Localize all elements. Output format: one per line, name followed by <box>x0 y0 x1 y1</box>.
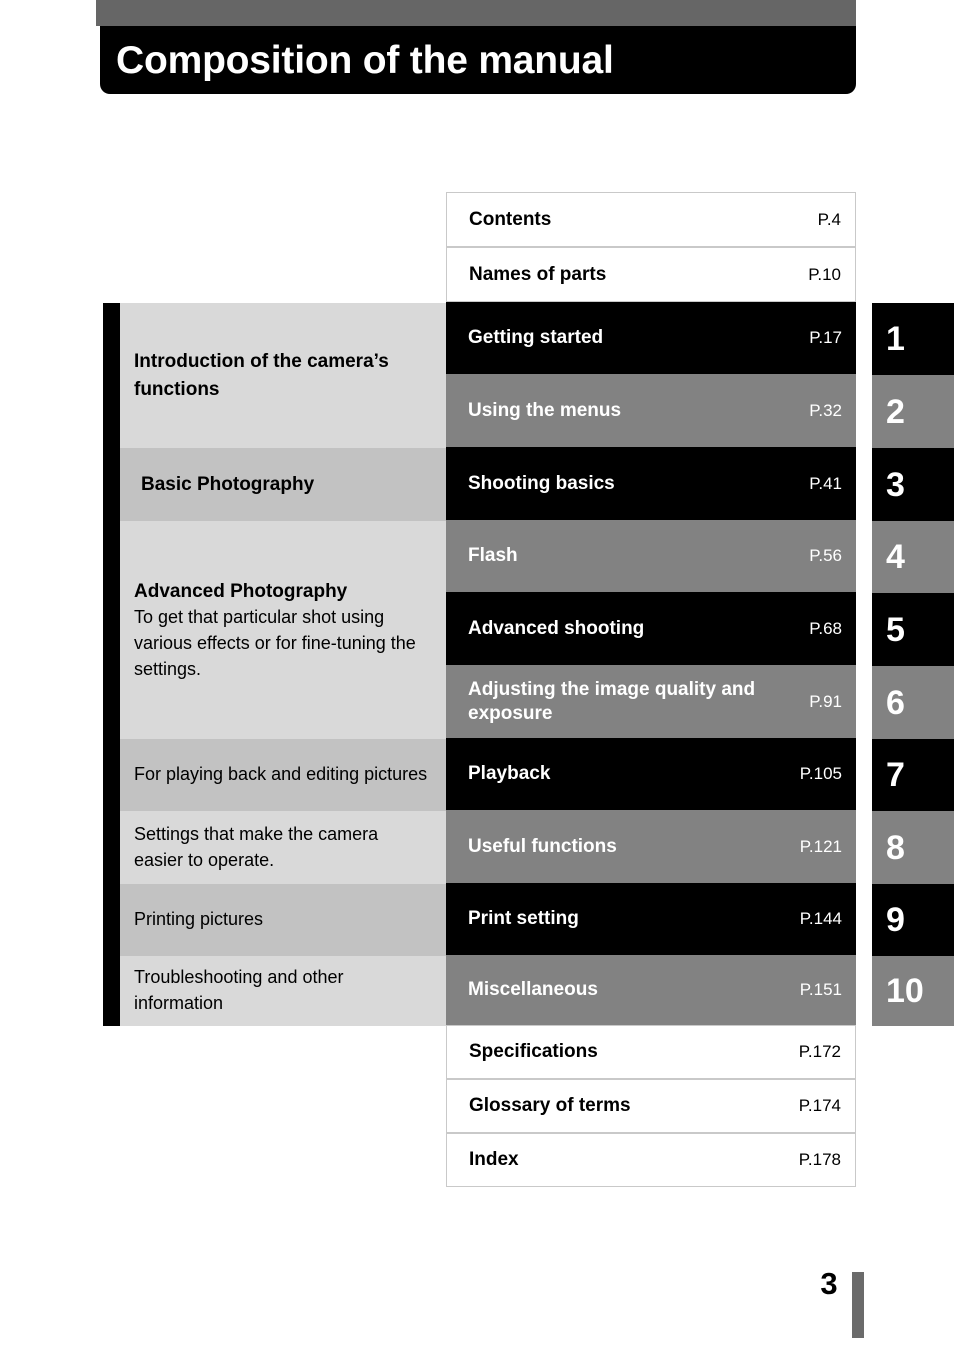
chapter-tab-number: 8 <box>886 828 905 867</box>
chapter-label: Contents <box>469 208 552 230</box>
chapter-page-reference: P.174 <box>798 1096 841 1115</box>
chapter-tab-number: 10 <box>886 972 924 1010</box>
chapter-tab[interactable]: 7 <box>872 739 954 811</box>
chapter-label: Advanced shooting <box>468 617 645 639</box>
chapter-row[interactable]: Using the menus P.32 <box>446 374 856 447</box>
chapter-tab-number: 5 <box>886 610 905 649</box>
category-row: Troubleshooting and other information <box>120 956 446 1026</box>
chapter-row[interactable]: Contents P.4 <box>446 192 856 247</box>
page-footer: 3 <box>0 1268 954 1350</box>
category-row: Settings that make the camera easier to … <box>120 811 446 884</box>
chapter-tab-number: 4 <box>886 538 905 576</box>
category-row: For playing back and editing pictures <box>120 739 446 811</box>
chapter-label: Glossary of terms <box>469 1095 631 1117</box>
chapter-page-reference: P.68 <box>809 618 842 638</box>
chapter-label: Index <box>469 1149 519 1171</box>
chapter-tab[interactable]: 2 <box>872 375 954 448</box>
category-row: Advanced Photography To get that particul… <box>120 521 446 739</box>
category-description: Settings that make the camera easier to … <box>134 823 379 870</box>
chapter-label: Adjusting the image quality and exposure <box>468 678 756 724</box>
category-row: Basic Photography <box>120 448 446 521</box>
manual-composition-diagram: Introduction of the camera’s functions Ba… <box>0 0 954 1210</box>
category-description: To get that particular shot using variou… <box>134 607 416 679</box>
category-row: Printing pictures <box>120 884 446 956</box>
chapter-row[interactable]: Advanced shooting P.68 <box>446 592 856 665</box>
chapter-row[interactable]: Playback P.105 <box>446 738 856 810</box>
chapter-row[interactable]: Adjusting the image quality and exposure… <box>446 665 856 738</box>
footer-page-number: 3 <box>820 1266 838 1301</box>
chapter-label: Shooting basics <box>468 472 615 494</box>
chapter-row[interactable]: Glossary of terms P.174 <box>446 1079 856 1133</box>
chapter-row[interactable]: Print setting P.144 <box>446 883 856 955</box>
chapter-page-reference: P.178 <box>798 1150 841 1169</box>
chapter-tab[interactable]: 3 <box>872 448 954 521</box>
chapter-row[interactable]: Useful functions P.121 <box>446 810 856 883</box>
chapter-page-reference: P.56 <box>809 546 842 565</box>
chapter-tab[interactable]: 6 <box>872 666 954 739</box>
chapter-label: Useful functions <box>468 835 617 857</box>
category-row: Introduction of the camera’s functions <box>120 303 446 448</box>
chapter-page-reference: P.151 <box>799 980 842 999</box>
chapter-tab-number: 9 <box>886 901 905 939</box>
chapter-label: Names of parts <box>469 263 607 285</box>
chapter-tab-number: 7 <box>886 756 905 794</box>
chapter-tab[interactable]: 5 <box>872 593 954 666</box>
chapter-tab-number: 1 <box>886 320 905 358</box>
category-title: Advanced Photography <box>134 580 348 602</box>
left-accent-bar <box>103 303 120 1026</box>
footer-accent-bar <box>852 1272 864 1338</box>
chapter-row[interactable]: Specifications P.172 <box>446 1025 856 1079</box>
chapter-tab[interactable]: 10 <box>872 956 954 1026</box>
category-description: Printing pictures <box>134 909 264 930</box>
chapter-tab-number: 2 <box>886 392 905 431</box>
chapter-page-reference: P.172 <box>798 1042 841 1061</box>
chapter-tab[interactable]: 4 <box>872 521 954 593</box>
chapter-tab[interactable]: 8 <box>872 811 954 884</box>
chapter-label: Getting started <box>468 327 604 349</box>
chapter-label: Print setting <box>468 908 579 930</box>
chapter-label: Miscellaneous <box>468 979 598 1001</box>
chapter-tab[interactable]: 1 <box>872 303 954 375</box>
chapter-page-reference: P.32 <box>809 400 842 420</box>
chapter-page-reference: P.4 <box>817 209 841 229</box>
chapter-row[interactable]: Flash P.56 <box>446 520 856 592</box>
chapter-page-reference: P.121 <box>799 836 842 856</box>
chapter-row[interactable]: Shooting basics P.41 <box>446 447 856 520</box>
chapter-tab-number: 3 <box>886 465 905 504</box>
chapter-page-reference: P.10 <box>808 264 841 284</box>
chapter-label: Flash <box>468 545 518 567</box>
chapter-tab[interactable]: 9 <box>872 884 954 956</box>
chapter-page-reference: P.91 <box>809 691 842 711</box>
category-column: Introduction of the camera’s functions Ba… <box>120 303 446 1026</box>
chapter-row[interactable]: Getting started P.17 <box>446 302 856 374</box>
chapter-page-reference: P.41 <box>809 473 842 493</box>
chapter-column: Contents P.4 Names of parts P.10 Getting sta… <box>446 192 856 1187</box>
chapter-row[interactable]: Miscellaneous P.151 <box>446 955 856 1025</box>
chapter-label: Playback <box>468 763 551 785</box>
category-description: Troubleshooting and other information <box>134 967 344 1013</box>
chapter-label: Specifications <box>469 1041 598 1063</box>
category-title: Introduction of the camera’s functions <box>134 350 389 400</box>
chapter-page-reference: P.144 <box>799 909 842 928</box>
chapter-row[interactable]: Index P.178 <box>446 1133 856 1187</box>
chapter-label: Using the menus <box>468 399 622 421</box>
category-title: Basic Photography <box>141 473 315 495</box>
chapter-tab-number: 6 <box>886 683 905 722</box>
chapter-number-tabs: 1 2 3 4 5 6 7 8 9 10 <box>872 303 954 1026</box>
category-description: For playing back and editing pictures <box>134 764 428 785</box>
chapter-page-reference: P.17 <box>809 328 842 347</box>
chapter-row[interactable]: Names of parts P.10 <box>446 247 856 302</box>
chapter-page-reference: P.105 <box>799 764 842 783</box>
